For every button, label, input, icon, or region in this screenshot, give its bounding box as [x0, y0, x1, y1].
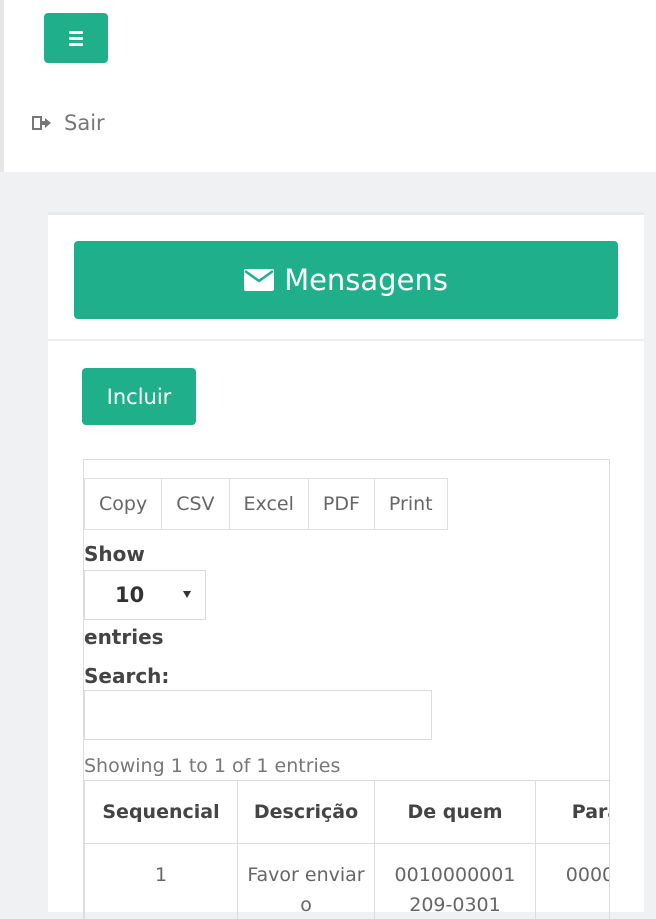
- csv-button[interactable]: CSV: [161, 478, 229, 530]
- table-header-row: Sequencial Descrição De quem Para: [85, 781, 611, 844]
- column-header-de-quem[interactable]: De quem: [375, 781, 536, 844]
- sign-out-icon: [32, 115, 52, 131]
- caret-down-icon: [183, 591, 191, 598]
- print-button[interactable]: Print: [374, 478, 448, 530]
- export-buttons: Copy CSV Excel PDF Print: [84, 478, 448, 530]
- datatable-wrapper: Copy CSV Excel PDF Print Show 10 entries…: [83, 459, 610, 919]
- divider: [48, 339, 644, 341]
- menu-toggle-button[interactable]: [44, 13, 108, 63]
- excel-button[interactable]: Excel: [229, 478, 309, 530]
- top-navbar: Sair: [0, 0, 656, 172]
- cell-para: 00000: [536, 844, 611, 919]
- page-title: Mensagens: [284, 263, 448, 297]
- entries-label: entries: [84, 625, 164, 649]
- table-info: Showing 1 to 1 of 1 entries: [84, 755, 340, 777]
- copy-button[interactable]: Copy: [84, 478, 162, 530]
- logout-label: Sair: [64, 111, 105, 135]
- entries-length-value: 10: [115, 583, 144, 607]
- table-row[interactable]: 1 Favor enviar o 0010000001 209-0301 000…: [85, 844, 611, 919]
- search-label: Search:: [84, 664, 169, 688]
- add-button[interactable]: Incluir: [82, 368, 196, 425]
- cell-de-quem: 0010000001 209-0301: [375, 844, 536, 919]
- entries-length-select[interactable]: 10: [84, 570, 206, 620]
- pdf-button[interactable]: PDF: [308, 478, 375, 530]
- hamburger-icon: [69, 31, 83, 46]
- column-header-sequencial[interactable]: Sequencial: [85, 781, 238, 844]
- card-header: Mensagens: [74, 241, 618, 319]
- column-header-descricao[interactable]: Descrição: [238, 781, 375, 844]
- messages-card: Mensagens Incluir Copy CSV Excel PDF Pri…: [48, 212, 644, 912]
- envelope-icon: [244, 269, 274, 291]
- messages-table: Sequencial Descrição De quem Para 1 Favo…: [84, 780, 610, 919]
- cell-descricao: Favor enviar o: [238, 844, 375, 919]
- logout-link[interactable]: Sair: [32, 108, 105, 138]
- search-input[interactable]: [84, 690, 432, 740]
- cell-sequencial: 1: [85, 844, 238, 919]
- show-label: Show: [84, 542, 145, 566]
- column-header-para[interactable]: Para: [536, 781, 611, 844]
